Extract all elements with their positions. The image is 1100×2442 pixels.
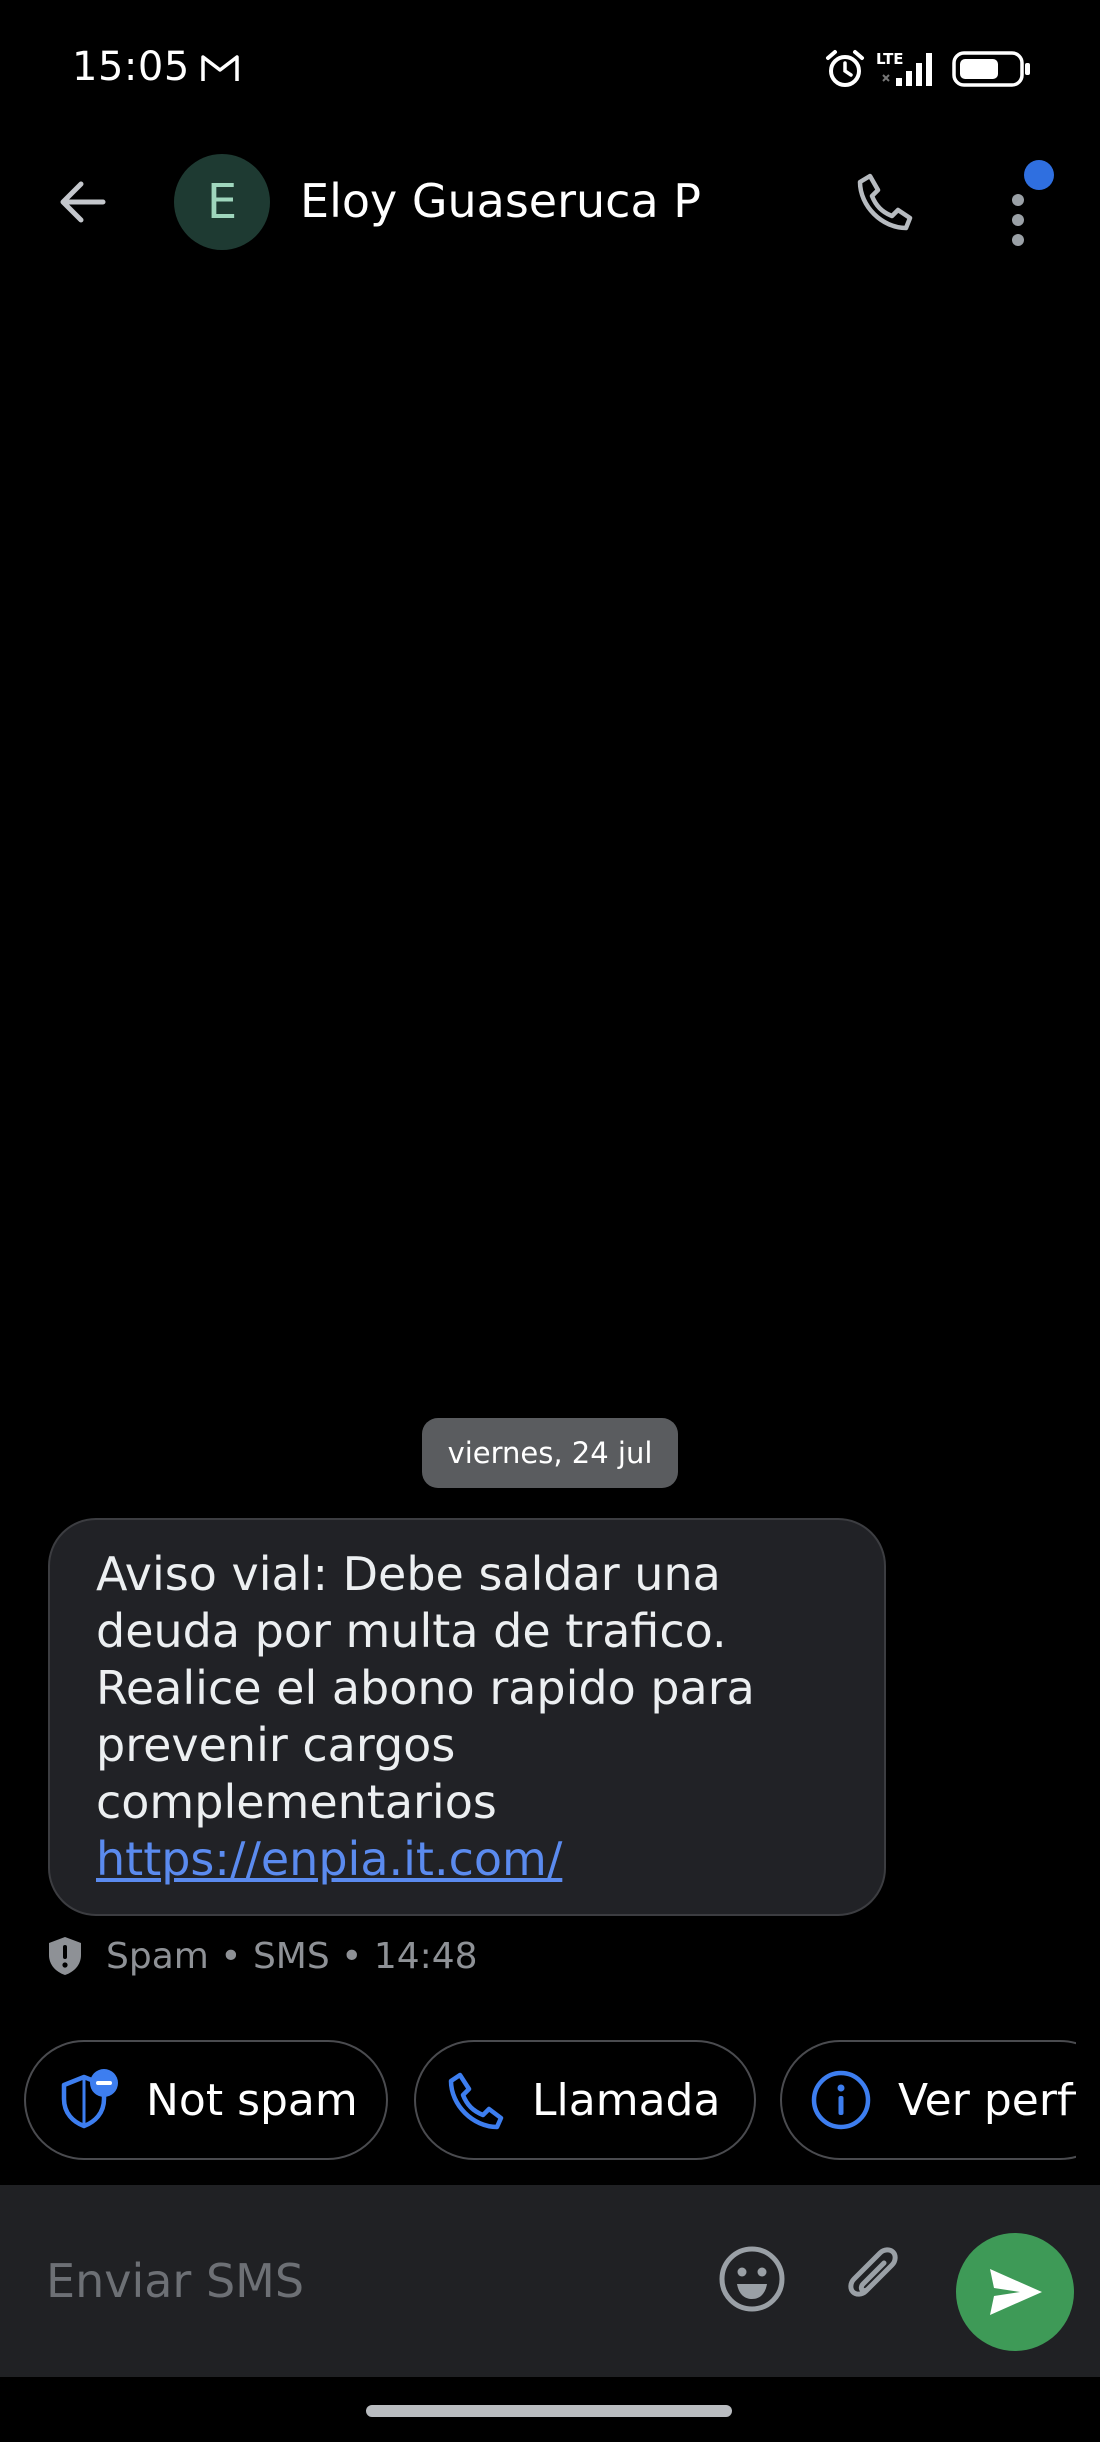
back-button[interactable]	[48, 170, 118, 234]
battery-icon	[952, 51, 1030, 87]
shield-minus-icon	[61, 2069, 118, 2129]
phone-icon	[857, 173, 913, 231]
view-profile-label: Ver perfil	[898, 2074, 1076, 2126]
not-spam-label: Not spam	[146, 2074, 358, 2126]
message-link[interactable]: https://enpia.it.com/	[96, 1831, 840, 1888]
send-icon	[990, 2269, 1042, 2315]
contact-name[interactable]: Eloy Guaseruca P	[300, 174, 701, 228]
message-meta: Spam • SMS • 14:48	[46, 1930, 478, 1982]
message-text: Aviso vial: Debe saldar una deuda por mu…	[96, 1547, 755, 1829]
call-button[interactable]	[846, 164, 922, 240]
message-meta-text: Spam • SMS • 14:48	[106, 1935, 478, 1977]
info-icon	[811, 2070, 871, 2130]
alarm-icon	[826, 50, 864, 87]
date-divider: viernes, 24 jul	[422, 1418, 678, 1488]
call-chip-label: Llamada	[532, 2074, 721, 2126]
emoji-icon	[719, 2246, 785, 2312]
conversation-header: E Eloy Guaseruca P	[0, 140, 1100, 262]
call-chip[interactable]: Llamada	[414, 2040, 756, 2160]
back-arrow-icon	[60, 181, 106, 223]
signal-icon	[882, 53, 932, 86]
send-button[interactable]	[956, 2233, 1074, 2351]
attach-icon	[848, 2247, 898, 2297]
compose-bar	[0, 2185, 1100, 2377]
gmail-icon	[201, 55, 239, 81]
avatar-letter: E	[206, 174, 238, 230]
attach-button[interactable]	[836, 2239, 916, 2319]
navigation-bar	[0, 2377, 1100, 2442]
more-options-button[interactable]	[990, 160, 1070, 250]
date-label: viernes, 24 jul	[447, 1436, 653, 1470]
home-gesture-handle[interactable]	[366, 2405, 732, 2417]
phone-icon	[448, 2072, 504, 2130]
notification-dot	[1024, 160, 1054, 190]
message-bubble[interactable]: Aviso vial: Debe saldar una deuda por mu…	[48, 1518, 886, 1916]
sms-input[interactable]	[44, 2233, 664, 2329]
suggestion-chips: Not spam Llamada Ver perfil	[24, 2040, 1076, 2162]
avatar[interactable]: E	[174, 154, 270, 250]
emoji-button[interactable]	[712, 2239, 792, 2319]
spam-shield-icon	[49, 1937, 81, 1975]
view-profile-chip[interactable]: Ver perfil	[780, 2040, 1076, 2160]
status-bar: 15:05 LTE	[0, 0, 1100, 135]
status-time: 15:05	[72, 44, 190, 90]
not-spam-chip[interactable]: Not spam	[24, 2040, 388, 2160]
